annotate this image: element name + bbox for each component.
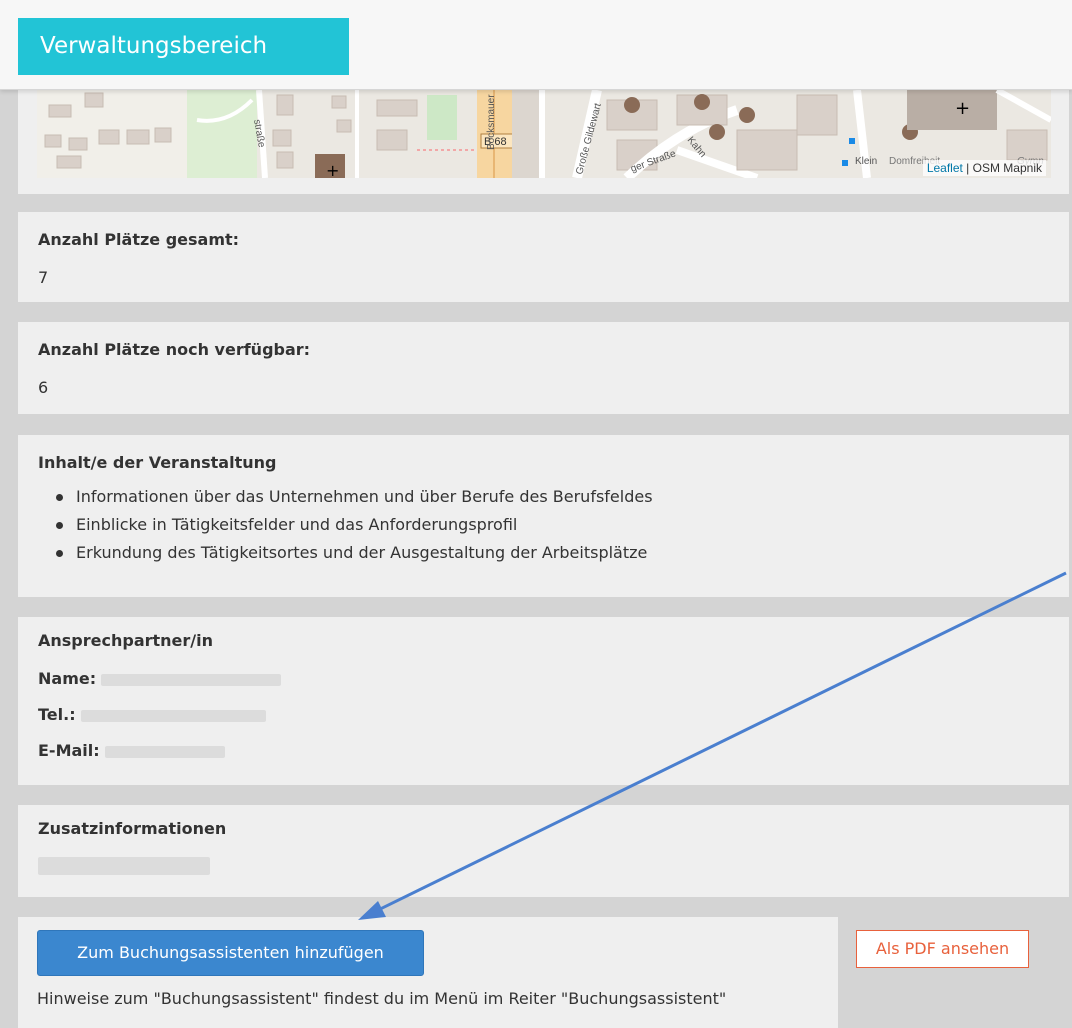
annotation-arrow: [358, 571, 1067, 920]
